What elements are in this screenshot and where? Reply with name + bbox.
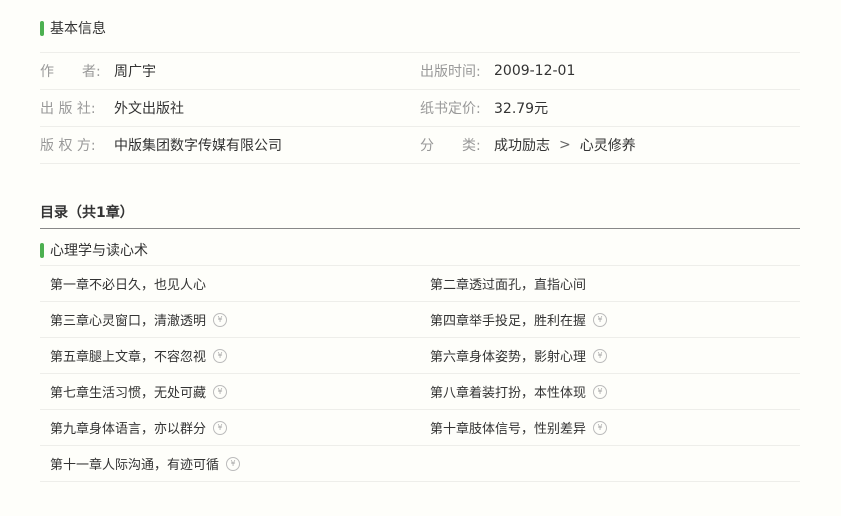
- yen-circle-icon: ¥: [593, 348, 608, 363]
- chapter-list: 第一章不必日久，也见人心 第二章透过面孔，直指心间 第三章心灵窗口，清澈透明 ¥ 第四章…: [40, 265, 800, 482]
- toc-heading: 目录（共1章）: [40, 200, 800, 229]
- basic-info-section-title: 基本信息: [40, 18, 106, 38]
- author-value[interactable]: 周广宇: [114, 61, 156, 81]
- chapter-title[interactable]: 第七章生活习惯，无处可藏: [50, 382, 206, 401]
- author-label: 作 者:: [40, 64, 101, 80]
- chapter-title[interactable]: 第五章腿上文章，不容忽视: [50, 346, 206, 365]
- section-accent-bar: [40, 20, 44, 36]
- copyright-label: 版 权 方:: [40, 138, 96, 154]
- chapter-item[interactable]: 第十章肢体信号，性别差异 ¥: [420, 418, 800, 437]
- category-label: 分 类:: [420, 138, 481, 154]
- category-separator: >: [559, 137, 571, 153]
- chapter-title[interactable]: 第一章不必日久，也见人心: [50, 274, 206, 293]
- chapter-title[interactable]: 第六章身体姿势，影射心理: [430, 346, 586, 365]
- yen-circle-icon: ¥: [213, 312, 228, 327]
- category-main-link[interactable]: 成功励志: [494, 135, 550, 155]
- price-value: 32.79元: [494, 101, 549, 117]
- chapter-row: 第七章生活习惯，无处可藏 ¥ 第八章着装打扮，本性体现 ¥: [40, 374, 800, 410]
- yen-circle-icon: ¥: [213, 384, 228, 399]
- price-field: 纸书定价: 32.79元: [420, 98, 800, 118]
- chapter-row: 第五章腿上文章，不容忽视 ¥ 第六章身体姿势，影射心理 ¥: [40, 338, 800, 374]
- toc-group-label: 心理学与读心术: [50, 243, 148, 259]
- chapter-item[interactable]: 第一章不必日久，也见人心: [40, 274, 420, 293]
- chapter-row: 第九章身体语言，亦以群分 ¥ 第十章肢体信号，性别差异 ¥: [40, 410, 800, 446]
- chapter-item[interactable]: 第三章心灵窗口，清澈透明 ¥: [40, 310, 420, 329]
- publisher-field: 出 版 社: 外文出版社: [40, 98, 420, 118]
- author-field: 作 者: 周广宇: [40, 61, 420, 81]
- chapter-row: 第三章心灵窗口，清澈透明 ¥ 第四章举手投足，胜利在握 ¥: [40, 302, 800, 338]
- copyright-value: 中版集团数字传媒有限公司: [114, 138, 282, 154]
- publisher-label: 出 版 社:: [40, 101, 96, 117]
- yen-circle-icon: ¥: [593, 384, 608, 399]
- chapter-title[interactable]: 第十章肢体信号，性别差异: [430, 418, 586, 437]
- chapter-item[interactable]: 第十一章人际沟通，有迹可循 ¥: [40, 454, 420, 473]
- chapter-item[interactable]: 第五章腿上文章，不容忽视 ¥: [40, 346, 420, 365]
- chapter-title[interactable]: 第九章身体语言，亦以群分: [50, 418, 206, 437]
- publish-time-value: 2009-12-01: [494, 63, 576, 79]
- yen-circle-icon: ¥: [226, 456, 241, 471]
- chapter-title[interactable]: 第四章举手投足，胜利在握: [430, 310, 586, 329]
- category-sub-link[interactable]: 心灵修养: [580, 135, 636, 155]
- basic-info-title: 基本信息: [50, 21, 106, 37]
- chapter-item[interactable]: 第八章着装打扮，本性体现 ¥: [420, 382, 800, 401]
- yen-circle-icon: ¥: [213, 420, 228, 435]
- chapter-item[interactable]: 第七章生活习惯，无处可藏 ¥: [40, 382, 420, 401]
- info-row: 作 者: 周广宇 出版时间: 2009-12-01: [40, 53, 800, 90]
- yen-circle-icon: ¥: [593, 420, 608, 435]
- copyright-field: 版 权 方: 中版集团数字传媒有限公司: [40, 135, 420, 155]
- category-field: 分 类: 成功励志 > 心灵修养: [420, 135, 800, 155]
- chapter-row: 第十一章人际沟通，有迹可循 ¥: [40, 446, 800, 482]
- chapter-title[interactable]: 第十一章人际沟通，有迹可循: [50, 454, 219, 473]
- yen-circle-icon: ¥: [593, 312, 608, 327]
- chapter-row: 第一章不必日久，也见人心 第二章透过面孔，直指心间: [40, 266, 800, 302]
- info-row: 出 版 社: 外文出版社 纸书定价: 32.79元: [40, 90, 800, 127]
- chapter-item[interactable]: 第九章身体语言，亦以群分 ¥: [40, 418, 420, 437]
- chapter-title[interactable]: 第八章着装打扮，本性体现: [430, 382, 586, 401]
- publish-time-label: 出版时间:: [420, 64, 481, 80]
- chapter-item[interactable]: 第四章举手投足，胜利在握 ¥: [420, 310, 800, 329]
- chapter-item[interactable]: 第二章透过面孔，直指心间: [420, 274, 800, 293]
- yen-circle-icon: ¥: [213, 348, 228, 363]
- toc-group-title: 心理学与读心术: [40, 240, 148, 260]
- publish-time-field: 出版时间: 2009-12-01: [420, 61, 800, 81]
- basic-info-table: 作 者: 周广宇 出版时间: 2009-12-01 出 版 社: 外文出版社 纸…: [40, 52, 800, 164]
- info-row: 版 权 方: 中版集团数字传媒有限公司 分 类: 成功励志 > 心灵修养: [40, 127, 800, 164]
- chapter-title[interactable]: 第二章透过面孔，直指心间: [430, 274, 586, 293]
- chapter-title[interactable]: 第三章心灵窗口，清澈透明: [50, 310, 206, 329]
- chapter-item[interactable]: 第六章身体姿势，影射心理 ¥: [420, 346, 800, 365]
- section-accent-bar: [40, 242, 44, 258]
- price-label: 纸书定价:: [420, 101, 481, 117]
- publisher-value[interactable]: 外文出版社: [114, 98, 184, 118]
